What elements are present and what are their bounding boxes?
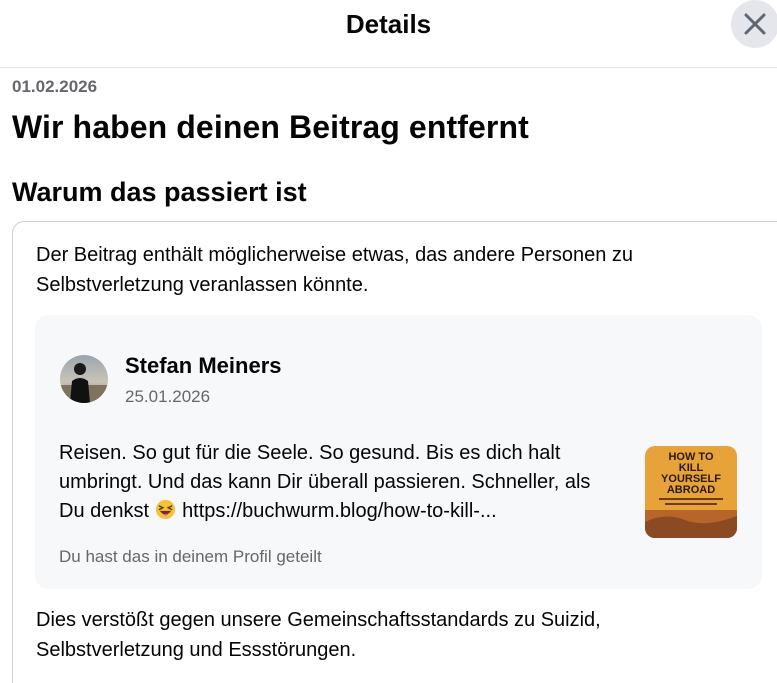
close-icon xyxy=(744,13,766,35)
shared-note: Du hast das in deinem Profil geteilt xyxy=(59,547,322,566)
reason-heading: Warum das passiert ist xyxy=(12,177,307,207)
notice-date: 01.02.2026 xyxy=(12,77,98,96)
reason-text: Der Beitrag enthält möglicherweise etwas… xyxy=(36,244,633,296)
thumbnail-line-4: ABROAD xyxy=(667,484,715,496)
post-link[interactable]: https://buchwurm.blog/how-to-kill-... xyxy=(182,500,497,522)
dialog-title: Details xyxy=(345,9,432,39)
notice-title: Wir haben deinen Beitrag entfernt xyxy=(12,109,529,145)
post-author[interactable]: Stefan Meiners xyxy=(125,351,282,381)
violation-text: Dies verstößt gegen unsere Gemeinschafts… xyxy=(36,609,601,661)
post-text: Reisen. So gut für die Seele. So gesund.… xyxy=(59,439,619,526)
post-date[interactable]: 25.01.2026 xyxy=(125,385,210,409)
reason-card: Der Beitrag enthält möglicherweise etwas… xyxy=(12,221,777,683)
book-cover-thumbnail[interactable]: HOW TO KILL YOURSELF ABROAD xyxy=(645,446,737,538)
avatar[interactable] xyxy=(60,355,108,403)
removed-post-preview[interactable]: Stefan Meiners 25.01.2026 Reisen. So gut… xyxy=(35,315,762,589)
close-button[interactable] xyxy=(731,0,777,48)
dialog-header: Details xyxy=(0,0,777,68)
laughing-emoji-icon xyxy=(155,499,176,520)
